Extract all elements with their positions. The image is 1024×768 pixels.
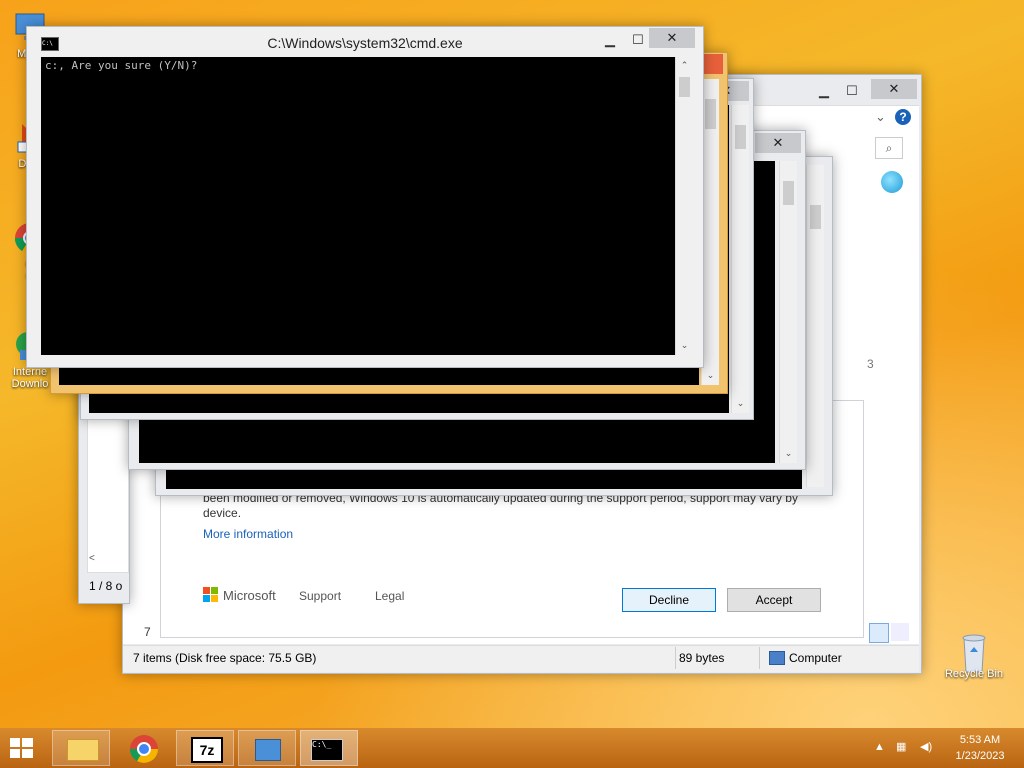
more-information-link[interactable]: More information — [203, 527, 293, 541]
help-icon[interactable]: ? — [895, 109, 911, 125]
status-divider — [759, 647, 760, 669]
volume-icon[interactable]: ◀) — [920, 740, 932, 753]
windows-logo-icon — [10, 738, 33, 758]
7zip-icon: 7z — [191, 737, 223, 763]
cmd-window-3-close-button[interactable]: ✕ — [755, 133, 801, 153]
taskbar: 7z C:\_ ▲ ▦ ◀) 5:53 AM 1/23/2023 — [0, 728, 1024, 768]
cmd-minimize-button[interactable]: ▁ — [597, 30, 623, 50]
scroll-thumb[interactable] — [783, 181, 794, 205]
explorer-close-button[interactable]: ✕ — [871, 79, 917, 99]
scroll-down-icon[interactable]: ⌄ — [702, 367, 719, 384]
left-number-label: 7 — [144, 625, 151, 639]
console-scrollbar[interactable]: ⌄ — [731, 105, 749, 413]
scroll-thumb[interactable] — [705, 99, 716, 129]
globe-icon — [881, 171, 903, 193]
status-size: 89 bytes — [679, 651, 725, 665]
brand-label: Microsoft — [223, 588, 276, 603]
support-link[interactable]: Support — [299, 589, 341, 603]
page-count-label: 1 / 8 o — [89, 579, 123, 593]
taskbar-cmd[interactable]: C:\_ — [300, 730, 358, 766]
console-prompt-text: c:, Are you sure (Y/N)? — [45, 59, 198, 72]
chevron-down-icon[interactable]: ⌄ — [875, 109, 886, 125]
accept-button[interactable]: Accept — [727, 588, 821, 612]
console-scrollbar[interactable]: ⌃ ⌄ — [675, 57, 693, 355]
computer-icon — [769, 651, 785, 665]
console-area[interactable]: c:, Are you sure (Y/N)? — [41, 57, 675, 355]
large-icons-view-icon[interactable] — [891, 623, 909, 641]
status-divider — [675, 647, 676, 669]
scroll-up-icon[interactable]: ⌃ — [676, 57, 693, 74]
status-location: Computer — [789, 651, 842, 665]
recycle-bin-icon — [956, 630, 992, 673]
taskbar-7zip[interactable]: 7z — [176, 730, 234, 766]
cmd-maximize-button[interactable]: ☐ — [625, 30, 651, 50]
scroll-down-icon[interactable]: ⌄ — [676, 337, 693, 354]
scroll-left-button[interactable]: < — [89, 553, 95, 564]
console-scrollbar[interactable]: ⌄ — [779, 161, 797, 463]
network-icon[interactable]: ▦ — [896, 740, 906, 753]
taskbar-installer[interactable] — [238, 730, 296, 766]
clock-time[interactable]: 5:53 AM — [950, 734, 1010, 746]
cmd-close-button[interactable]: ✕ — [649, 28, 695, 48]
number-label: 3 — [867, 357, 874, 371]
scroll-thumb[interactable] — [810, 205, 821, 229]
details-view-icon[interactable] — [869, 623, 889, 643]
legal-link[interactable]: Legal — [375, 589, 404, 603]
installer-icon — [255, 739, 281, 761]
desktop-icon-label: Recycle Bin — [944, 668, 1004, 680]
chrome-icon — [130, 735, 158, 763]
explorer-minimize-button[interactable]: ▁ — [811, 81, 837, 101]
show-hidden-icons[interactable]: ▲ — [874, 741, 885, 753]
cmd-icon: C:\_ — [311, 739, 343, 761]
start-button[interactable] — [6, 734, 40, 762]
taskbar-file-explorer[interactable] — [52, 730, 110, 766]
desktop-icon-recycle-bin[interactable]: Recycle Bin — [944, 630, 1004, 680]
scroll-down-icon[interactable]: ⌄ — [780, 445, 797, 462]
scroll-thumb[interactable] — [679, 77, 690, 97]
taskbar-chrome[interactable] — [114, 730, 172, 766]
folder-icon — [67, 739, 99, 761]
cmd-window-front: C:\ C:\Windows\system32\cmd.exe ▁ ☐ ✕ c:… — [26, 26, 704, 368]
scroll-down-icon[interactable]: ⌄ — [732, 395, 749, 412]
explorer-maximize-button[interactable]: ☐ — [839, 81, 865, 101]
decline-button[interactable]: Decline — [622, 588, 716, 612]
status-items: 7 items (Disk free space: 75.5 GB) — [133, 651, 317, 665]
scroll-thumb[interactable] — [735, 125, 746, 149]
microsoft-logo-icon — [203, 587, 219, 603]
clock-date[interactable]: 1/23/2023 — [950, 750, 1010, 762]
console-scrollbar[interactable] — [806, 165, 824, 487]
search-button[interactable]: ⌕ — [875, 137, 903, 159]
